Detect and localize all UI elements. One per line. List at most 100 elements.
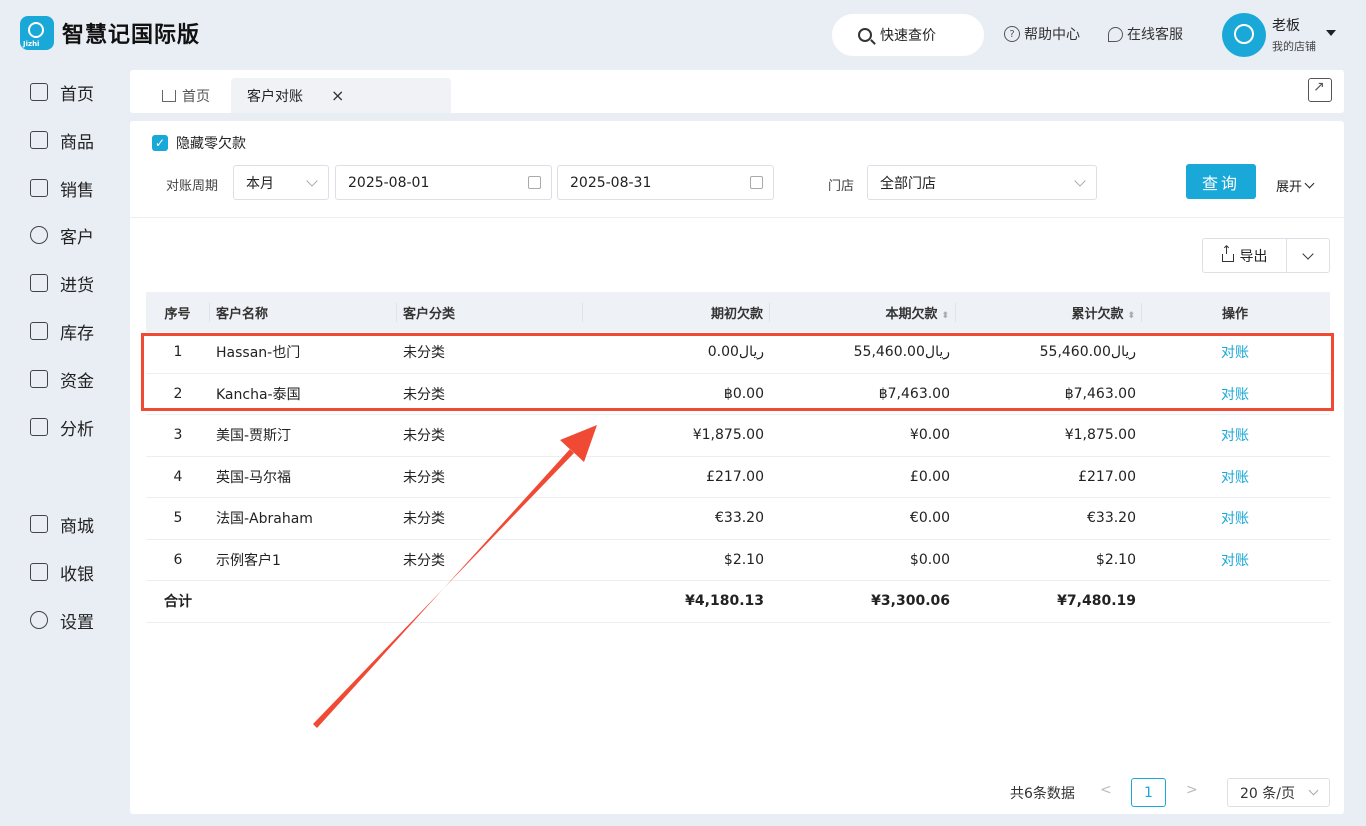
col-header-current[interactable]: 本期欠款 ⬍ [770, 302, 956, 322]
cell-no: 4 [173, 468, 183, 485]
total-label: 合计 [164, 594, 192, 611]
reconcile-link[interactable]: 对账 [1142, 342, 1328, 362]
table-row: 3 美国-贾斯汀 未分类 ¥1,875.00 ¥0.00 ¥1,875.00 对… [146, 415, 1330, 457]
col-header-current-label: 本期欠款 [885, 306, 938, 322]
quick-search-label: 快速查价 [880, 28, 936, 44]
app-logo[interactable]: Jizhi 智慧记国际版 [20, 16, 200, 50]
reconcile-link[interactable]: 对账 [1142, 508, 1328, 528]
online-service-link[interactable]: 在线客服 [1108, 24, 1183, 44]
sidebar-item-settings[interactable]: 设置 [30, 608, 94, 633]
caret-down-icon[interactable] [1326, 30, 1336, 36]
sidebar-item-inventory[interactable]: 库存 [30, 319, 94, 344]
export-dropdown-button[interactable] [1287, 239, 1329, 272]
reconcile-link[interactable]: 对账 [1142, 384, 1328, 404]
page-button[interactable]: 1 [1131, 778, 1166, 807]
cell-name: 法国-Abraham [216, 511, 313, 528]
table-row: 2 Kancha-泰国 未分类 ฿0.00 ฿7,463.00 ฿7,463.0… [146, 374, 1330, 415]
store-label: 门店 [828, 179, 855, 194]
sidebar-item-analysis[interactable]: 分析 [30, 415, 94, 440]
period-select[interactable]: 本月 [233, 165, 329, 200]
table-row: 6 示例客户1 未分类 $2.10 $0.00 $2.10 对账 [146, 540, 1330, 581]
avatar[interactable] [1222, 13, 1266, 57]
sidebar-item-mall[interactable]: 商城 [30, 512, 94, 537]
chevron-down-icon [1308, 785, 1319, 796]
sidebar-item-label: 首页 [60, 84, 94, 105]
page-size-select[interactable]: 20 条/页 [1227, 778, 1330, 807]
cell-current: £0.00 [909, 468, 950, 485]
start-date-input[interactable]: 2025-08-01 [335, 165, 552, 200]
col-header-cumulative[interactable]: 累计欠款 ⬍ [956, 302, 1142, 322]
cell-current: $0.00 [909, 551, 950, 568]
store-select[interactable]: 全部门店 [867, 165, 1097, 200]
chart-icon [30, 418, 48, 436]
cell-cumulative: $2.10 [1095, 551, 1136, 568]
headset-icon [1108, 26, 1123, 42]
sidebar-item-label: 商品 [60, 132, 94, 153]
export-button[interactable]: 导出 [1203, 239, 1287, 272]
col-header-opening: 期初欠款 [583, 302, 770, 322]
chevron-right-icon[interactable]: > [1186, 782, 1198, 798]
tab-customer-reconciliation[interactable]: 客户对账 × [231, 78, 451, 113]
total-opening: ¥4,180.13 [685, 593, 764, 610]
cell-opening: ¥1,875.00 [692, 427, 764, 444]
fullscreen-icon[interactable] [1308, 78, 1332, 102]
cell-no: 5 [173, 510, 183, 527]
cell-cumulative: ¥1,875.00 [1064, 427, 1136, 444]
close-icon[interactable]: × [331, 86, 344, 105]
sort-icon[interactable]: ⬍ [1127, 311, 1135, 321]
reconcile-link[interactable]: 对账 [1142, 425, 1328, 445]
sidebar-item-label: 销售 [60, 180, 94, 201]
export-label: 导出 [1239, 248, 1268, 265]
col-header-cumulative-label: 累计欠款 [1071, 306, 1124, 322]
expand-toggle[interactable]: 展开 [1276, 176, 1315, 195]
cell-cumulative: €33.20 [1087, 510, 1136, 527]
period-label: 对账周期 [166, 179, 219, 194]
user-store[interactable]: 我的店铺 [1272, 38, 1316, 54]
sidebar-item-cashier[interactable]: 收银 [30, 560, 94, 585]
total-cumulative: ¥7,480.19 [1057, 593, 1136, 610]
store-value: 全部门店 [880, 175, 936, 192]
chevron-left-icon[interactable]: < [1100, 782, 1112, 798]
reconcile-link[interactable]: 对账 [1142, 550, 1328, 570]
sort-icon[interactable]: ⬍ [941, 311, 949, 321]
divider [130, 217, 1344, 218]
table-row: 1 Hassan-也门 未分类 0.00ريال 55,460.00ريال 5… [146, 332, 1330, 374]
query-button[interactable]: 查询 [1186, 164, 1256, 199]
search-icon [858, 28, 872, 42]
tab-home[interactable]: 首页 [162, 78, 210, 113]
sidebar-item-purchase[interactable]: 进货 [30, 271, 94, 296]
reconcile-link[interactable]: 对账 [1142, 467, 1328, 487]
sidebar-item-label: 资金 [60, 371, 94, 392]
bag-icon [30, 131, 48, 149]
total-current: ¥3,300.06 [871, 593, 950, 610]
quick-search-button[interactable]: 快速查价 [832, 14, 984, 56]
cell-name: 英国-马尔福 [216, 469, 292, 486]
sidebar-item-funds[interactable]: 资金 [30, 367, 94, 392]
help-center-link[interactable]: ? 帮助中心 [1004, 24, 1080, 44]
chevron-down-icon [1304, 178, 1315, 189]
cell-no: 6 [173, 551, 183, 568]
hide-zero-debt-checkbox[interactable]: ✓ 隐藏零欠款 [152, 133, 246, 153]
table-row: 4 英国-马尔福 未分类 £217.00 £0.00 £217.00 对账 [146, 457, 1330, 498]
sidebar-item-home[interactable]: 首页 [30, 80, 94, 105]
main-panel: ✓ 隐藏零欠款 对账周期 本月 2025-08-01 2025-08-31 门店… [130, 121, 1344, 814]
sidebar-item-sales[interactable]: 销售 [30, 176, 94, 201]
export-button-group: 导出 [1202, 238, 1330, 273]
cell-category: 未分类 [403, 428, 445, 445]
user-name[interactable]: 老板 [1272, 15, 1300, 35]
sidebar-item-label: 收银 [60, 564, 94, 585]
sidebar-item-goods[interactable]: 商品 [30, 128, 94, 153]
home-icon [30, 83, 48, 101]
col-header-name: 客户名称 [210, 302, 397, 322]
start-date-value: 2025-08-01 [348, 174, 430, 191]
sidebar-item-customers[interactable]: 客户 [30, 223, 94, 248]
cell-cumulative: £217.00 [1078, 468, 1136, 485]
calendar-icon [528, 176, 541, 189]
cell-name: Hassan-也门 [216, 345, 301, 362]
cell-name: 示例客户1 [216, 552, 281, 569]
cell-cumulative: ฿7,463.00 [1064, 385, 1136, 402]
question-icon: ? [1004, 26, 1020, 42]
cell-no: 2 [173, 385, 183, 402]
cell-no: 3 [173, 427, 183, 444]
end-date-input[interactable]: 2025-08-31 [557, 165, 774, 200]
